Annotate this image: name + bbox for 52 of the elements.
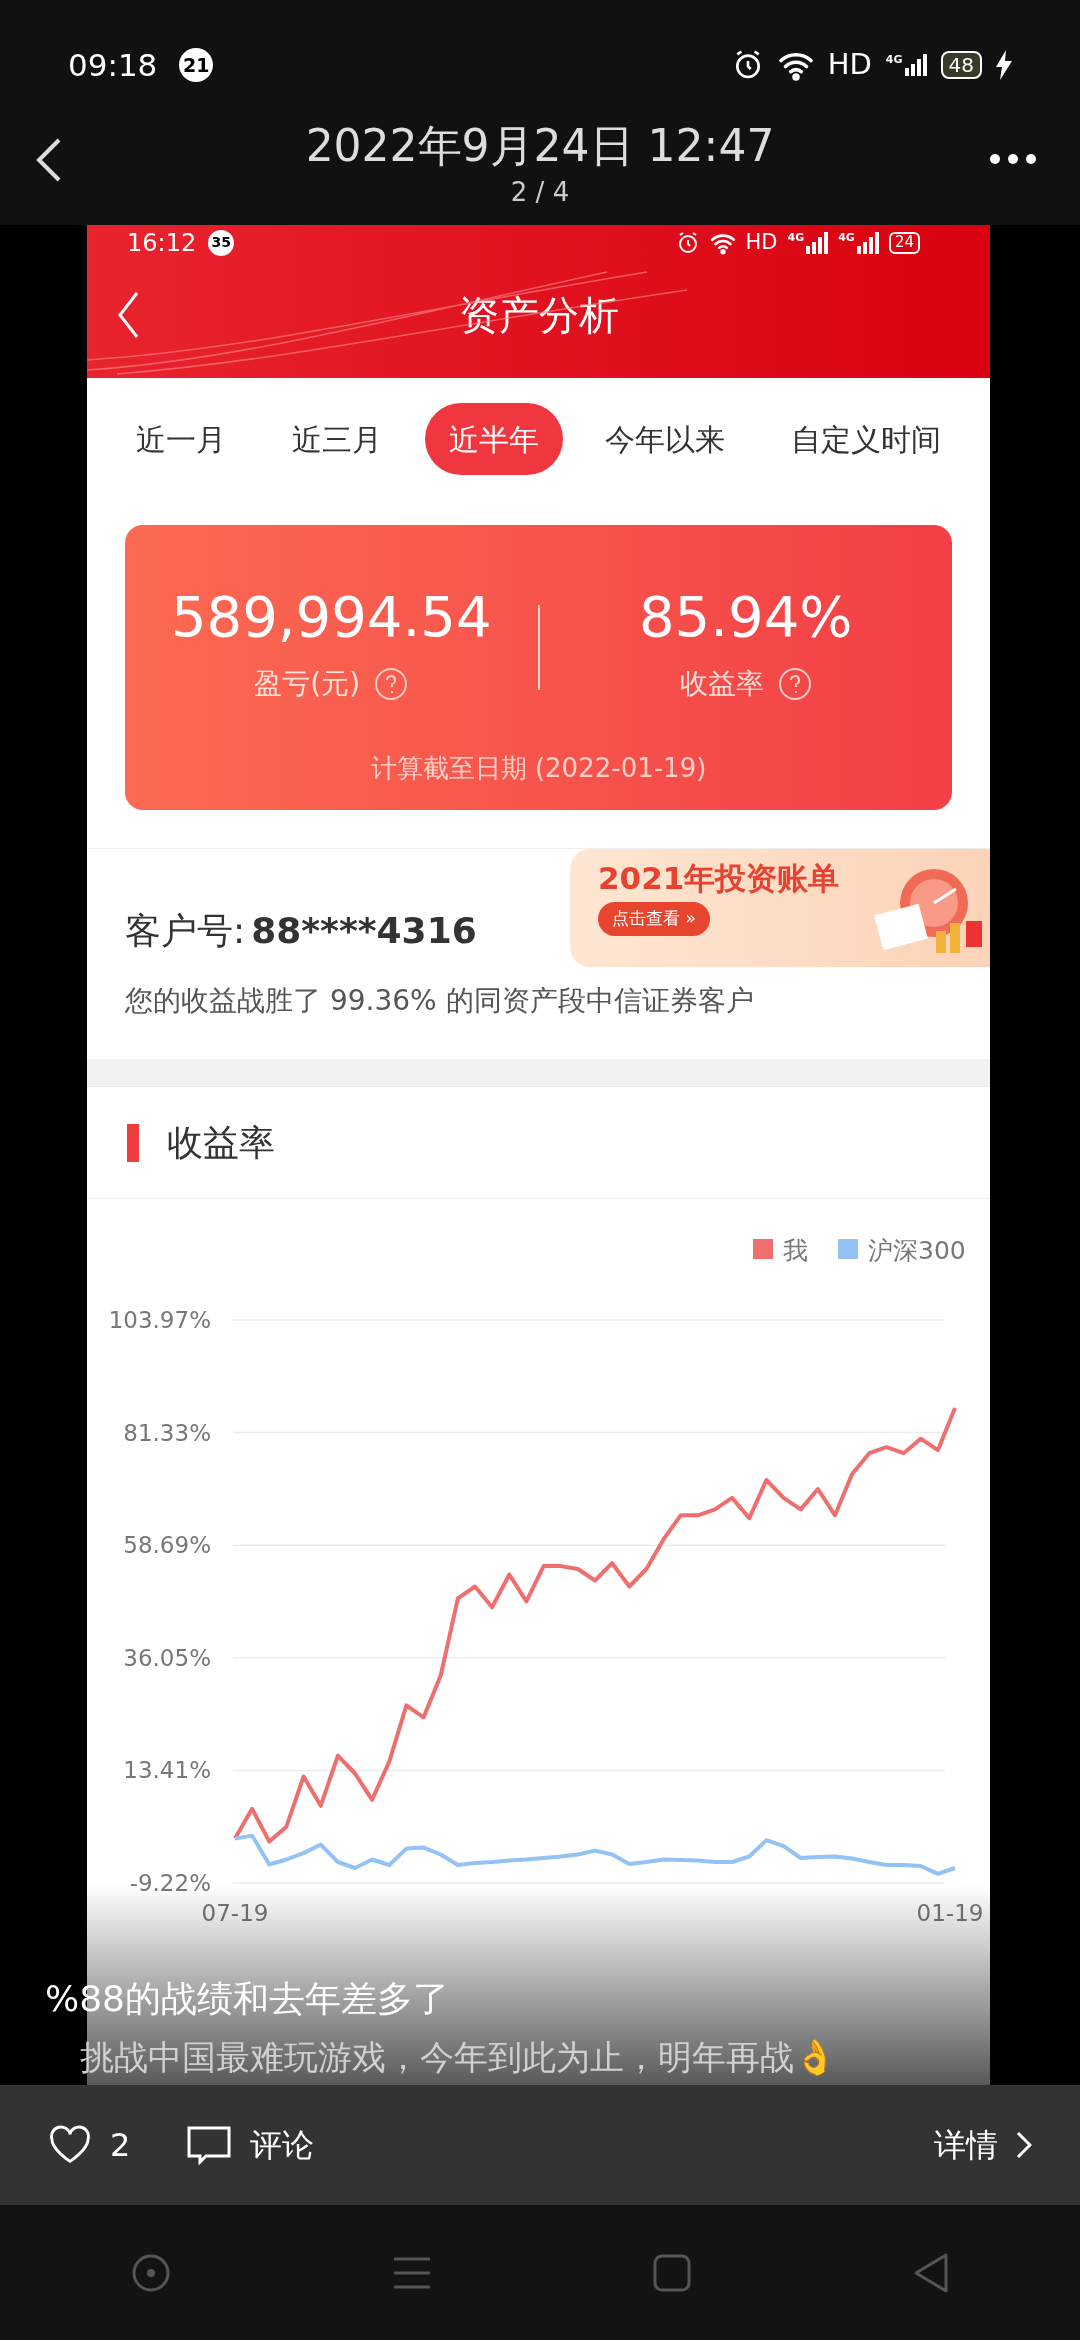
ranking-note: 您的收益战胜了 99.36% 的同资产段中信证券客户	[125, 983, 755, 1019]
legend-label: 沪深300	[868, 1236, 966, 1265]
period-tab[interactable]: 近三月	[268, 403, 407, 475]
y-axis-label: 58.69%	[123, 1532, 211, 1559]
customer-label: 客户号:	[125, 909, 246, 953]
signal-indicator: 4G	[838, 231, 879, 254]
page-title: 资产分析	[458, 291, 619, 340]
chevron-right-icon	[1016, 2131, 1032, 2159]
return-rate-value: 85.94%	[639, 589, 853, 645]
menu-nav-icon[interactable]	[391, 2255, 432, 2290]
period-tab[interactable]: 自定义时间	[767, 403, 965, 475]
notification-badge: 21	[179, 48, 214, 82]
help-icon[interactable]	[374, 667, 409, 701]
battery-indicator: 24	[888, 231, 920, 254]
as-of-date: 计算截至日期 (2022-01-19)	[370, 752, 707, 785]
battery-indicator: 48	[940, 51, 982, 79]
profit-label: 盈亏(元)	[254, 666, 361, 702]
y-axis-label: -9.22%	[129, 1870, 211, 1896]
charging-icon	[996, 50, 1012, 80]
y-axis-label: 13.41%	[123, 1757, 211, 1784]
clock: 16:12	[127, 227, 197, 259]
viewer-title: 2022年9月24日 12:47	[305, 119, 775, 173]
help-icon[interactable]	[777, 667, 812, 701]
comment-icon	[186, 2125, 233, 2165]
y-axis-label: 103.97%	[108, 1307, 211, 1333]
network-label: HD	[745, 228, 778, 256]
home-nav-icon[interactable]	[652, 2253, 691, 2292]
customer-number: 88****4316	[251, 909, 477, 953]
like-button[interactable]: 2	[48, 2121, 131, 2169]
network-label: HD	[827, 46, 872, 84]
y-axis-label: 81.33%	[123, 1419, 211, 1446]
legend-label: 我	[783, 1236, 808, 1265]
profit-value: 589,994.54	[170, 589, 492, 645]
x-axis-label: 01-19	[916, 1900, 984, 1926]
heart-icon	[48, 2125, 92, 2165]
period-tab[interactable]: 近半年	[424, 403, 563, 475]
signal-indicator: 4G	[787, 231, 829, 254]
signal-indicator: 4G	[885, 54, 927, 76]
period-tab[interactable]: 今年以来	[580, 403, 749, 475]
annual-report-banner[interactable]: 2021年投资账单 点击查看 »	[570, 849, 990, 967]
details-button[interactable]: 详情	[934, 2121, 1032, 2169]
section-title: 收益率	[167, 1120, 275, 1165]
assistant-nav-icon[interactable]	[130, 2252, 171, 2293]
clock: 09:18	[68, 45, 158, 85]
period-tab[interactable]: 近一月	[112, 403, 250, 475]
x-axis-label: 07-19	[201, 1900, 269, 1926]
section-marker	[127, 1123, 139, 1162]
y-axis-label: 36.05%	[123, 1644, 211, 1671]
comment-button[interactable]: 评论	[186, 2121, 315, 2169]
return-rate-label: 收益率	[679, 666, 764, 702]
notification-badge: 35	[208, 229, 235, 256]
page-counter: 2 / 4	[510, 176, 570, 209]
